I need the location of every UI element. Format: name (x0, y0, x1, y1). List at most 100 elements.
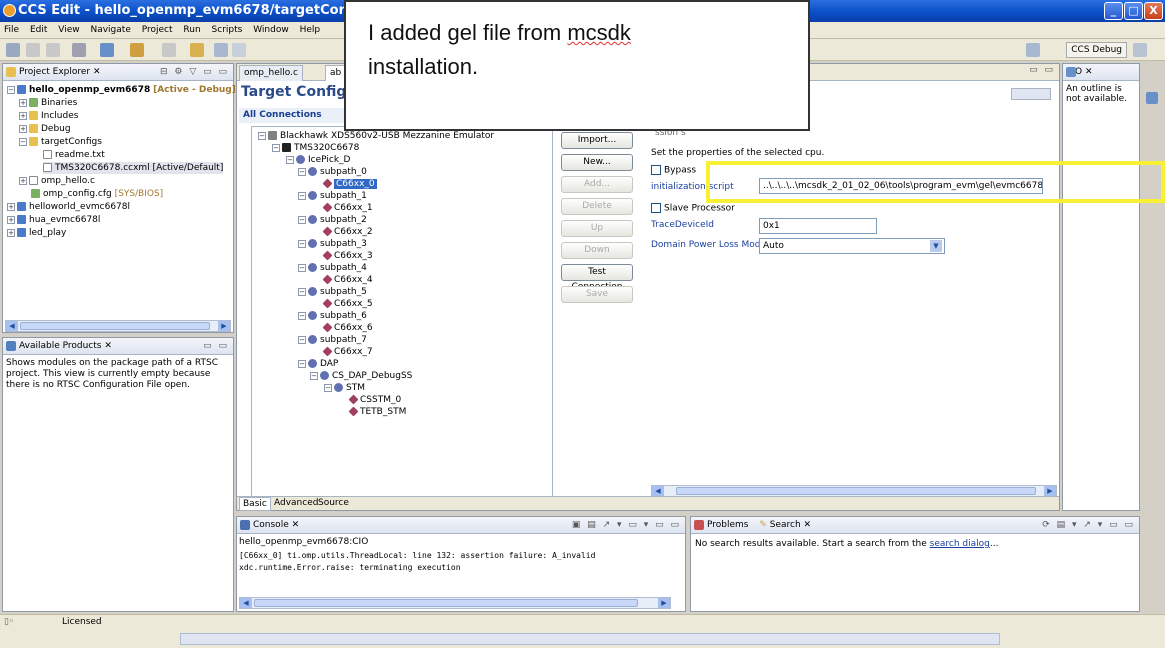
menu-scripts[interactable]: Scripts (208, 22, 247, 39)
tree-subpath-4[interactable]: − subpath_4 (298, 262, 367, 274)
tree-cpu-5[interactable]: C66xx_5 (322, 298, 373, 310)
test-connection-button[interactable]: Test Connection (561, 264, 633, 292)
chevron-down-icon[interactable]: ▼ (930, 240, 942, 252)
menu-run[interactable]: Run (179, 22, 204, 39)
open-perspective-icon[interactable] (1026, 43, 1040, 57)
tree-omp-hello-c[interactable]: + omp_hello.c (19, 175, 95, 187)
menu-view[interactable]: View (54, 22, 83, 39)
debug-icon[interactable] (100, 43, 114, 57)
tree-stm[interactable]: − STM (324, 382, 365, 394)
project-hello-openmp[interactable]: − hello_openmp_evm6678 [Active - Debug] (7, 84, 236, 96)
collapse-icon[interactable]: − (298, 263, 306, 272)
navigate-back-icon[interactable] (214, 43, 228, 57)
scroll-thumb[interactable] (20, 322, 210, 330)
collapse-icon[interactable]: − (298, 239, 306, 248)
menu-navigate[interactable]: Navigate (86, 22, 134, 39)
tree-subpath-2[interactable]: − subpath_2 (298, 214, 367, 226)
collapse-icon[interactable]: − (298, 335, 306, 344)
open-file-icon[interactable] (162, 43, 176, 57)
maximize-button[interactable]: □ (1124, 2, 1143, 20)
minimize-button[interactable]: _ (1104, 2, 1123, 20)
tab-advanced[interactable]: Advanced (271, 497, 321, 509)
perspective-ccs-debug[interactable]: CCS Debug (1066, 42, 1127, 58)
scroll-thumb[interactable] (254, 599, 638, 607)
scroll-left-icon[interactable]: ◀ (652, 486, 664, 496)
tree-cpu-4[interactable]: C66xx_4 (322, 274, 373, 286)
collapse-icon[interactable]: − (298, 191, 306, 200)
save-button[interactable]: Save (561, 286, 633, 303)
collapse-icon[interactable]: − (298, 359, 306, 368)
tree-subpath-1[interactable]: − subpath_1 (298, 190, 367, 202)
tree-cs-dap-debugss[interactable]: − CS_DAP_DebugSS (310, 370, 412, 382)
scroll-thumb[interactable] (676, 487, 1036, 495)
import-button[interactable]: Import... (561, 132, 633, 149)
tree-subpath-3[interactable]: − subpath_3 (298, 238, 367, 250)
slave-processor-checkbox[interactable]: Slave Processor (651, 203, 735, 214)
scroll-left-icon[interactable]: ◀ (6, 321, 18, 331)
collapse-icon[interactable]: − (19, 137, 27, 146)
new-button[interactable]: New... (561, 154, 633, 171)
console-controls[interactable]: ▣ ▤ ↗ ▾ ▭ ▾ ▭ ▭ (572, 517, 681, 533)
editor-controls[interactable]: ▭ ▭ (1029, 65, 1055, 75)
checkbox-icon[interactable] (651, 165, 661, 175)
menu-window[interactable]: Window (249, 22, 293, 39)
tree-cpu-0[interactable]: C66xx_0 (322, 178, 377, 190)
tree-dap[interactable]: − DAP (298, 358, 338, 370)
collapse-icon[interactable]: − (272, 143, 280, 152)
tree-subpath-7[interactable]: − subpath_7 (298, 334, 367, 346)
menu-help[interactable]: Help (296, 22, 325, 39)
tree-binaries[interactable]: + Binaries (19, 97, 77, 109)
scroll-right-icon[interactable]: ▶ (218, 321, 230, 331)
tree-omp-config[interactable]: omp_config.cfg [SYS/BIOS] (31, 188, 163, 200)
navigate-forward-icon[interactable] (232, 43, 246, 57)
console-hscrollbar[interactable]: ◀ ▶ (239, 597, 671, 609)
collapse-icon[interactable]: − (324, 383, 332, 392)
tree-cpu-3[interactable]: C66xx_3 (322, 250, 373, 262)
close-button[interactable]: X (1144, 2, 1163, 20)
tree-subpath-0[interactable]: − subpath_0 (298, 166, 367, 178)
search-dialog-link[interactable]: search dialog (930, 539, 990, 549)
tree-tetb-stm[interactable]: TETB_STM (348, 406, 406, 418)
search-controls[interactable]: ⟳ ▤ ▾ ↗ ▾ ▭ ▭ (1042, 517, 1135, 533)
project-hua[interactable]: + hua_evmc6678l (7, 214, 100, 226)
collapse-icon[interactable]: − (258, 131, 266, 140)
project-led-play[interactable]: + led_play (7, 227, 66, 239)
tree-includes[interactable]: + Includes (19, 110, 78, 122)
menu-edit[interactable]: Edit (26, 22, 51, 39)
tree-cpu-2[interactable]: C66xx_2 (322, 226, 373, 238)
collapse-icon[interactable]: − (298, 311, 306, 320)
tab-omp-hello-c[interactable]: omp_hello.c (239, 65, 303, 81)
new-icon[interactable] (6, 43, 20, 57)
tools-icon[interactable] (130, 43, 144, 57)
tree-debug[interactable]: + Debug (19, 123, 71, 135)
up-button[interactable]: Up (561, 220, 633, 237)
edit-icon[interactable] (190, 43, 204, 57)
scroll-right-icon[interactable]: ▶ (658, 598, 670, 608)
expand-icon[interactable]: + (19, 111, 27, 120)
collapse-icon[interactable]: − (310, 371, 318, 380)
explorer-hscrollbar[interactable]: ◀ ▶ (5, 320, 231, 332)
menu-file[interactable]: File (0, 22, 23, 39)
menu-project[interactable]: Project (138, 22, 177, 39)
expand-icon[interactable]: + (19, 98, 27, 107)
domain-power-loss-select[interactable]: Auto ▼ (759, 238, 945, 254)
build-icon[interactable] (72, 43, 86, 57)
delete-button[interactable]: Delete (561, 198, 633, 215)
tree-subpath-6[interactable]: − subpath_6 (298, 310, 367, 322)
collapse-icon[interactable]: − (298, 167, 306, 176)
tree-icepick[interactable]: − IcePick_D (286, 154, 350, 166)
tree-tms320c6678[interactable]: − TMS320C6678 (272, 142, 359, 154)
collapse-icon[interactable]: − (298, 287, 306, 296)
add-button[interactable]: Add... (561, 176, 633, 193)
tree-cpu-6[interactable]: C66xx_6 (322, 322, 373, 334)
tree-cpu-7[interactable]: C66xx_7 (322, 346, 373, 358)
tab-source[interactable]: Source (315, 497, 352, 509)
tree-csstm-0[interactable]: CSSTM_0 (348, 394, 401, 406)
tab-problems[interactable]: Problems (707, 520, 748, 530)
save-icon[interactable] (26, 43, 40, 57)
expand-icon[interactable]: + (7, 202, 15, 211)
perspective-switch-icon[interactable] (1133, 43, 1147, 57)
scroll-right-icon[interactable]: ▶ (1044, 486, 1056, 496)
collapse-icon[interactable]: − (298, 215, 306, 224)
bypass-checkbox[interactable]: Bypass (651, 165, 696, 176)
